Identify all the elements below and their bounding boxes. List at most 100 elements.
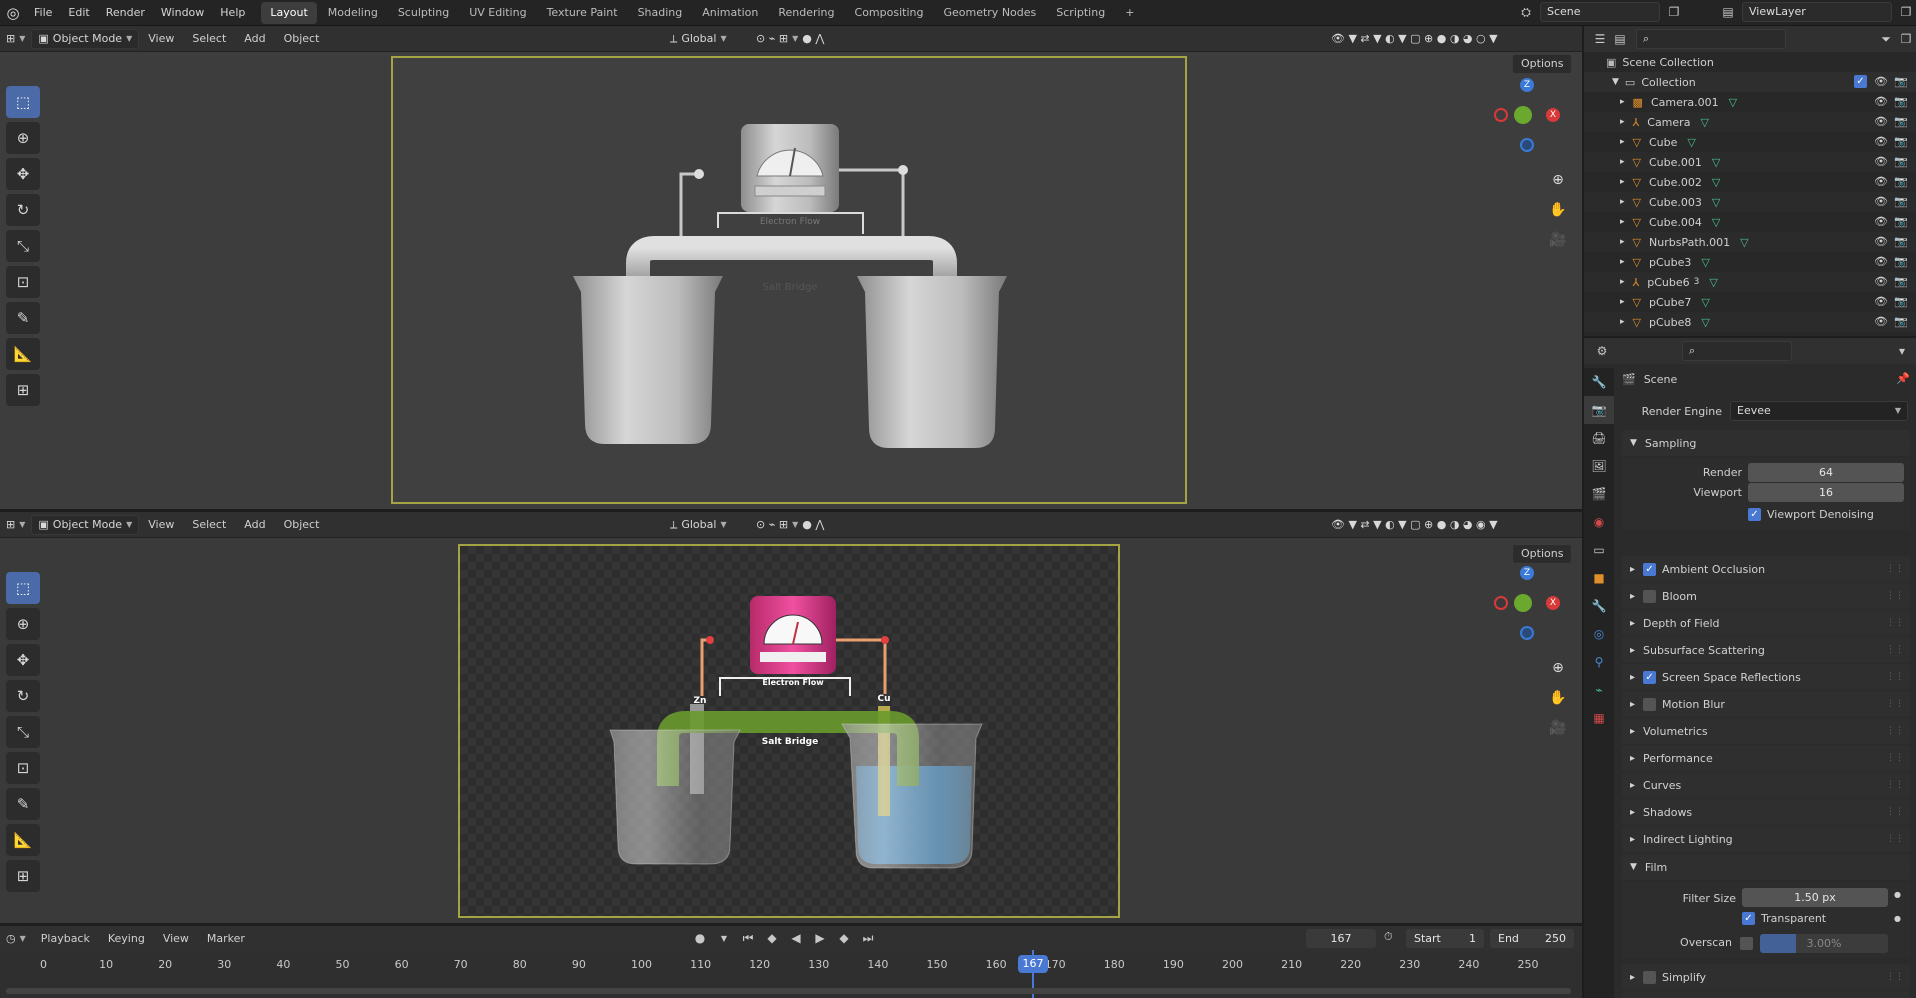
pan-hand-icon[interactable]: ✋: [1545, 197, 1571, 223]
cursor-icon[interactable]: ⊕: [6, 122, 40, 154]
texture-tab-icon[interactable]: ▦: [1584, 704, 1614, 732]
gizmo-neg-z-bottom[interactable]: [1520, 626, 1534, 640]
outliner-row-cube-002[interactable]: ▸ ▽ Cube.002 ▽ 👁 📷: [1584, 172, 1916, 192]
outliner-row-pcube3[interactable]: ▸ ▽ pCube3 ▽ 👁 📷: [1584, 252, 1916, 272]
select-box-icon[interactable]: ⬚: [6, 86, 40, 118]
outliner-search-input[interactable]: ⌕: [1636, 29, 1786, 49]
viewport-bottom[interactable]: ⬚ ⊕ ✥ ↻ ⤡ ⊡ ✎ 📐 ⊞ Options Electron Flow …: [0, 538, 1582, 923]
output-tab-icon[interactable]: 🖨: [1584, 424, 1614, 452]
transform-orientation-dropdown-bottom[interactable]: ⟂ Global ▼: [664, 515, 733, 535]
cursor-icon-bottom[interactable]: ⊕: [6, 608, 40, 640]
panel-simplify[interactable]: ▸ Simplify ⋮⋮: [1622, 964, 1910, 990]
tab-modeling[interactable]: Modeling: [319, 2, 387, 24]
outliner-row-pcube6[interactable]: ▸ ⅄ pCube6 3 ▽ 👁 📷: [1584, 272, 1916, 292]
checkbox-checked[interactable]: ✓: [1748, 508, 1761, 521]
mesh-data-icon[interactable]: ▽: [1701, 316, 1709, 329]
measure-icon[interactable]: 📐: [6, 338, 40, 370]
render-camera-icon[interactable]: 📷: [1894, 295, 1908, 308]
tab-texture-paint[interactable]: Texture Paint: [538, 2, 627, 24]
mesh-data-icon[interactable]: ▽: [1701, 256, 1709, 269]
drag-handle-icon[interactable]: ⋮⋮: [1886, 972, 1904, 982]
expand-arrow-icon[interactable]: ▸: [1620, 277, 1625, 287]
drag-handle-icon[interactable]: ⋮⋮: [1886, 726, 1904, 736]
record-icon[interactable]: ●: [690, 928, 710, 948]
mesh-data-icon[interactable]: ▽: [1740, 236, 1748, 249]
tab-shading[interactable]: Shading: [629, 2, 692, 24]
render-samples-field[interactable]: 64: [1748, 463, 1904, 482]
render-camera-icon[interactable]: 📷: [1894, 75, 1908, 88]
tab-compositing[interactable]: Compositing: [846, 2, 933, 24]
visibility-eye-icon[interactable]: 👁: [1874, 95, 1888, 108]
viewport-menu-view[interactable]: View: [139, 518, 183, 531]
panel-checkbox[interactable]: ✓: [1643, 670, 1657, 684]
drag-handle-icon[interactable]: ⋮⋮: [1886, 618, 1904, 628]
drag-handle-icon[interactable]: ⋮⋮: [1886, 564, 1904, 574]
drag-handle-icon[interactable]: ⋮⋮: [1886, 834, 1904, 844]
menu-window[interactable]: Window: [153, 0, 212, 26]
mesh-data-icon[interactable]: ▽: [1712, 176, 1720, 189]
next-keyframe-icon[interactable]: ◆: [834, 928, 854, 948]
current-frame-field[interactable]: 167: [1306, 929, 1376, 948]
render-camera-icon[interactable]: 📷: [1894, 115, 1908, 128]
annotate-icon[interactable]: ✎: [6, 302, 40, 334]
viewport-menu-select[interactable]: Select: [183, 32, 235, 45]
zoom-icon[interactable]: ⊕: [1545, 167, 1571, 193]
editor-type-icon-bottom[interactable]: ⊞ ▼: [0, 515, 31, 535]
expand-arrow-icon[interactable]: ▸: [1620, 177, 1625, 187]
keyframe-dot-icon[interactable]: ●: [1894, 890, 1901, 899]
visibility-eye-icon[interactable]: 👁: [1874, 115, 1888, 128]
mesh-data-icon[interactable]: ▽: [1712, 216, 1720, 229]
options-button-bottom[interactable]: Options: [1512, 544, 1573, 564]
collection-checkbox[interactable]: ✓: [1854, 75, 1867, 88]
select-box-icon-bottom[interactable]: ⬚: [6, 572, 40, 604]
jump-start-icon[interactable]: ⏮: [738, 928, 758, 948]
editor-type-icon[interactable]: ⊞ ▼: [0, 29, 31, 49]
gizmo-z[interactable]: Z: [1520, 78, 1534, 92]
move-icon-bottom[interactable]: ✥: [6, 644, 40, 676]
viewlayer-selector[interactable]: ▤ ViewLayer ❐: [1718, 2, 1916, 22]
visibility-eye-icon[interactable]: 👁: [1874, 155, 1888, 168]
render-tab-icon[interactable]: 📷: [1584, 396, 1614, 424]
scale-icon[interactable]: ⤡: [6, 230, 40, 262]
gizmo-neg-z[interactable]: [1520, 138, 1534, 152]
visibility-eye-icon[interactable]: 👁: [1874, 195, 1888, 208]
gizmo-y[interactable]: [1514, 106, 1532, 124]
scene-field[interactable]: Scene: [1540, 2, 1660, 22]
transform-icon[interactable]: ⊡: [6, 266, 40, 298]
collection-row[interactable]: ▼ ▭ Collection ✓ 👁 📷: [1584, 72, 1916, 92]
menu-help[interactable]: Help: [212, 0, 253, 26]
view-layer-tab-icon[interactable]: 🖼: [1584, 452, 1614, 480]
outliner-row-cube-003[interactable]: ▸ ▽ Cube.003 ▽ 👁 📷: [1584, 192, 1916, 212]
gizmo-neg-x-bottom[interactable]: [1494, 596, 1508, 610]
stopwatch-icon[interactable]: ⏱: [1384, 930, 1393, 944]
expand-arrow-icon[interactable]: ▸: [1620, 237, 1625, 247]
panel-curves[interactable]: ▸ Curves ⋮⋮: [1622, 772, 1910, 798]
gizmo-x-bottom[interactable]: X: [1546, 596, 1560, 610]
drag-handle-icon[interactable]: ⋮⋮: [1886, 807, 1904, 817]
tab-layout[interactable]: Layout: [261, 1, 317, 24]
render-camera-icon[interactable]: 📷: [1894, 275, 1908, 288]
zoom-icon-bottom[interactable]: ⊕: [1545, 655, 1571, 681]
timeline-menu-playback[interactable]: Playback: [32, 932, 99, 945]
object-mode-dropdown-bottom[interactable]: ▣ Object Mode ▼: [31, 514, 140, 535]
expand-arrow-icon[interactable]: ▸: [1620, 317, 1625, 327]
viewport-menu-add[interactable]: Add: [235, 32, 274, 45]
options-button-top[interactable]: Options: [1512, 54, 1573, 74]
viewport-overlay-icons[interactable]: 👁 ▼ ⇄ ▼ ◐ ▼ ▢ ⊕ ● ◑ ◕ ○ ▼: [1325, 29, 1504, 49]
record-options-icon[interactable]: ▼: [714, 928, 734, 948]
gizmo-neg-x[interactable]: [1494, 108, 1508, 122]
pin-icon[interactable]: 📌: [1896, 372, 1910, 385]
viewport-top[interactable]: ⬚ ⊕ ✥ ↻ ⤡ ⊡ ✎ 📐 ⊞ Options Electron Flow …: [0, 52, 1582, 509]
new-scene-icon[interactable]: ❐: [1664, 2, 1684, 22]
gizmo-x[interactable]: X: [1546, 108, 1560, 122]
transparent-checkbox[interactable]: ✓ Transparent: [1742, 912, 1826, 925]
blender-logo-icon[interactable]: ◎: [0, 0, 26, 26]
pivot-snap-icons[interactable]: ⊙ ⌁ ⊞ ▼ ● ⋀: [750, 29, 830, 49]
add-cube-icon[interactable]: ⊞: [6, 374, 40, 406]
panel-volumetrics[interactable]: ▸ Volumetrics ⋮⋮: [1622, 718, 1910, 744]
object-mode-dropdown[interactable]: ▣ Object Mode ▼: [31, 28, 140, 49]
panel-ambient-occlusion[interactable]: ▸ ✓ Ambient Occlusion ⋮⋮: [1622, 556, 1910, 582]
new-collection-icon[interactable]: ❐: [1896, 29, 1916, 49]
visibility-eye-icon[interactable]: 👁: [1874, 215, 1888, 228]
timeline-menu-marker[interactable]: Marker: [198, 932, 254, 945]
